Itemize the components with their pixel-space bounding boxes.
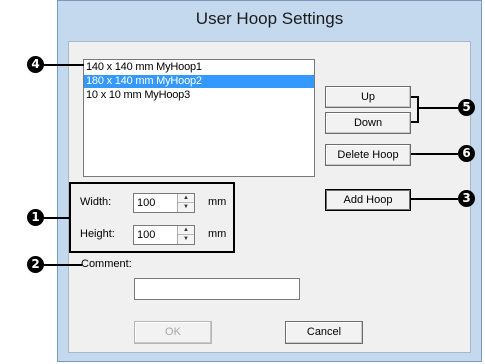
height-label: Height:: [80, 228, 115, 240]
width-value: 100: [137, 197, 156, 209]
width-unit: mm: [208, 196, 227, 208]
width-label: Width:: [80, 196, 112, 208]
width-spin-down-icon[interactable]: ▼: [178, 203, 194, 212]
hoop-list-item-1[interactable]: 140 x 140 mm MyHoop1: [84, 61, 314, 74]
down-button[interactable]: Down: [325, 112, 411, 134]
hoop-list-item-2[interactable]: 180 x 140 mm MyHoop2: [84, 75, 314, 88]
width-spin-up-icon[interactable]: ▲: [178, 194, 194, 203]
height-stepper[interactable]: 100 ▲ ▼: [133, 225, 195, 245]
width-stepper[interactable]: 100 ▲ ▼: [133, 193, 195, 213]
width-spin-buttons: ▲ ▼: [177, 194, 194, 212]
height-spin-up-icon[interactable]: ▲: [178, 226, 194, 235]
height-spin-buttons: ▲ ▼: [177, 226, 194, 244]
callout-badge-2: 2: [27, 256, 44, 273]
callout-line-4: [40, 64, 84, 66]
hoop-list-item-3[interactable]: 10 x 10 mm MyHoop3: [84, 89, 314, 102]
hoop-list[interactable]: 140 x 140 mm MyHoop1 180 x 140 mm MyHoop…: [83, 59, 315, 177]
callout-badge-4: 4: [27, 56, 44, 73]
delete-hoop-button[interactable]: Delete Hoop: [325, 144, 411, 166]
dialog-title: User Hoop Settings: [195, 9, 344, 28]
comment-label: Comment:: [81, 258, 132, 270]
comment-field[interactable]: [134, 278, 300, 300]
add-hoop-button[interactable]: Add Hoop: [325, 189, 411, 211]
callout-line-5: [418, 107, 458, 109]
cancel-button[interactable]: Cancel: [285, 321, 363, 344]
callout-line-1: [40, 217, 70, 219]
callout-line-3: [411, 198, 458, 200]
height-value: 100: [137, 229, 156, 241]
callout-badge-5: 5: [458, 99, 475, 116]
callout-badge-6: 6: [458, 145, 475, 162]
callout-line-6: [411, 153, 458, 155]
callout-badge-1: 1: [27, 209, 44, 226]
callout-badge-3: 3: [458, 190, 475, 207]
callout-line-2: [40, 264, 82, 266]
callout-bracket-vertical: [417, 96, 419, 123]
height-unit: mm: [208, 228, 227, 240]
ok-button[interactable]: OK: [134, 321, 212, 344]
user-hoop-settings-dialog: User Hoop Settings: [57, 0, 482, 362]
up-button[interactable]: Up: [325, 86, 411, 108]
height-spin-down-icon[interactable]: ▼: [178, 235, 194, 244]
callout-bracket-bottom: [411, 121, 418, 123]
